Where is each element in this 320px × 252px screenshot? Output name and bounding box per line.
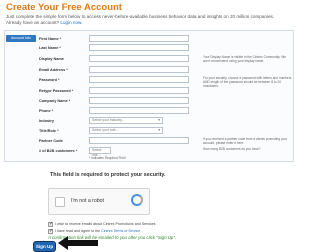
recaptcha-logo-icon [131,194,143,206]
title-role-select-value: Select your role... [92,128,119,132]
required-field-note: * Indicates Required Field [89,156,126,160]
display-name-field[interactable] [89,55,189,62]
title-role-label: Title/Role * [39,129,59,133]
intro-paragraph: Just complete the simple form below to a… [6,14,275,25]
login-link[interactable]: Login now. [60,20,82,25]
phone-label: Phone * [39,109,54,113]
account-form-panel: Account Info First Name * Last Name * Di… [4,30,294,162]
promotions-label: I wish to receive emails about Cintrex P… [55,222,156,226]
last-name-label: Last Name * [39,46,61,50]
chevron-down-icon: ▾ [158,118,160,122]
company-name-label: Company Name * [39,99,71,103]
checkmark-icon: ✓ [49,228,54,234]
display-name-note: Your Display Name is visible in the Cint… [203,55,287,63]
industry-label: Industry [39,119,54,123]
password-label: Password * [39,78,60,82]
terms-of-service-link[interactable]: Cintrex Terms of Service [101,229,140,233]
account-info-tab[interactable]: Account Info [6,35,36,42]
terms-label-text: I have read and agree to the [55,229,101,233]
recaptcha-widget: I'm not a robot [48,188,150,215]
recaptcha-checkbox[interactable] [55,197,65,207]
retype-password-field[interactable] [89,87,189,94]
password-note: For your security, choose a password wit… [203,76,292,88]
industry-select-value: Select your industry... [92,118,125,122]
title-role-select[interactable]: Select your role... ▾ [89,127,163,134]
security-heading: This field is required to protect your s… [50,172,166,178]
partner-code-field[interactable] [89,137,189,144]
last-name-field[interactable] [89,44,189,51]
checkmark-icon: ✓ [49,221,54,227]
email-label: Email Address * [39,68,68,72]
company-name-field[interactable] [89,97,189,104]
partner-code-label: Partner Code [39,139,63,143]
first-name-field[interactable] [89,35,189,42]
chevron-down-icon: ▾ [158,128,160,132]
b2b-customers-note: How many B2B customers do you have? [203,147,261,151]
terms-checkbox[interactable]: ✓ [48,228,54,234]
phone-field[interactable] [89,107,189,114]
recaptcha-label: I'm not a robot [71,198,104,204]
intro-text: Just complete the simple form below to a… [6,14,276,26]
sign-up-button[interactable]: Sign Up [34,242,55,251]
retype-password-label: Retype Password * [39,89,74,93]
terms-label: I have read and agree to the Cintrex Ter… [55,229,140,233]
industry-select[interactable]: Select your industry... ▾ [89,117,163,124]
display-name-label: Display Name [39,57,64,61]
page-header: Create Your Free Account Just complete t… [6,2,296,26]
email-field[interactable] [89,66,189,73]
b2b-customers-label: # of B2B customers * [39,149,78,153]
password-field[interactable] [89,76,189,83]
pointer-arrow-icon [58,236,98,250]
promotions-checkbox[interactable]: ✓ [48,221,54,227]
first-name-label: First Name * [39,37,62,41]
page-title: Create Your Free Account [6,2,122,13]
partner-code-note: If you received a partner code from a cl… [203,137,288,145]
b2b-customers-select[interactable]: Select one... [89,147,111,157]
